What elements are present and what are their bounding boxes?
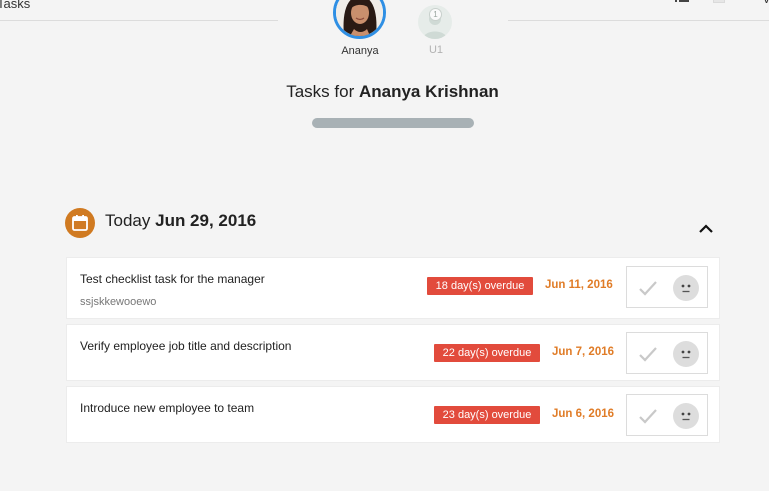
due-date: Jun 6, 2016 xyxy=(552,408,615,420)
task-actions xyxy=(626,332,708,374)
avatar-u1[interactable]: 1 xyxy=(418,5,452,39)
progress-bar xyxy=(312,118,474,128)
task-row[interactable]: Introduce new employee to team 23 day(s)… xyxy=(66,386,720,443)
page-title-name: Ananya Krishnan xyxy=(358,82,499,101)
calendar-icon xyxy=(65,208,95,238)
task-actions xyxy=(626,394,708,436)
task-title: Test checklist task for the manager xyxy=(80,272,265,286)
overdue-badge: 22 day(s) overdue xyxy=(434,344,540,362)
grid-view-icon[interactable] xyxy=(713,0,725,3)
section-label: Today xyxy=(105,211,151,230)
avatar-photo xyxy=(336,0,383,36)
overdue-badge: 18 day(s) overdue xyxy=(427,277,533,295)
face-icon[interactable] xyxy=(673,275,699,301)
page-label: Tasks xyxy=(0,0,31,11)
check-icon[interactable] xyxy=(637,278,659,298)
due-date: Jun 11, 2016 xyxy=(545,279,613,291)
page-title-prefix: Tasks for xyxy=(286,82,359,101)
section-date: Jun 29, 2016 xyxy=(155,211,257,230)
user-count-badge: 1 xyxy=(429,8,442,21)
page-title: Tasks for Ananya Krishnan xyxy=(0,82,769,102)
task-actions xyxy=(626,266,708,308)
task-title: Introduce new employee to team xyxy=(80,401,255,415)
task-row[interactable]: Verify employee job title and descriptio… xyxy=(66,324,720,381)
face-icon[interactable] xyxy=(673,403,699,429)
avatar-ananya[interactable] xyxy=(333,0,386,39)
section-title: Today Jun 29, 2016 xyxy=(105,211,256,231)
chevron-up-icon[interactable] xyxy=(698,222,714,234)
header-divider-left xyxy=(0,20,278,21)
list-view-icon[interactable] xyxy=(675,0,689,4)
task-row[interactable]: Test checklist task for the manager ssjs… xyxy=(66,257,720,319)
avatar-label-u1: U1 xyxy=(428,44,444,56)
task-subtitle: ssjskkewooewo xyxy=(80,296,157,308)
check-icon[interactable] xyxy=(637,344,659,364)
avatar-label-ananya: Ananya xyxy=(341,45,379,57)
face-icon[interactable] xyxy=(673,341,699,367)
task-title: Verify employee job title and descriptio… xyxy=(80,339,292,353)
check-icon[interactable] xyxy=(637,406,659,426)
due-date: Jun 7, 2016 xyxy=(552,346,615,358)
header-divider-right xyxy=(508,20,769,21)
view-toggle-label[interactable]: Vi xyxy=(763,0,769,6)
overdue-badge: 23 day(s) overdue xyxy=(434,406,540,424)
